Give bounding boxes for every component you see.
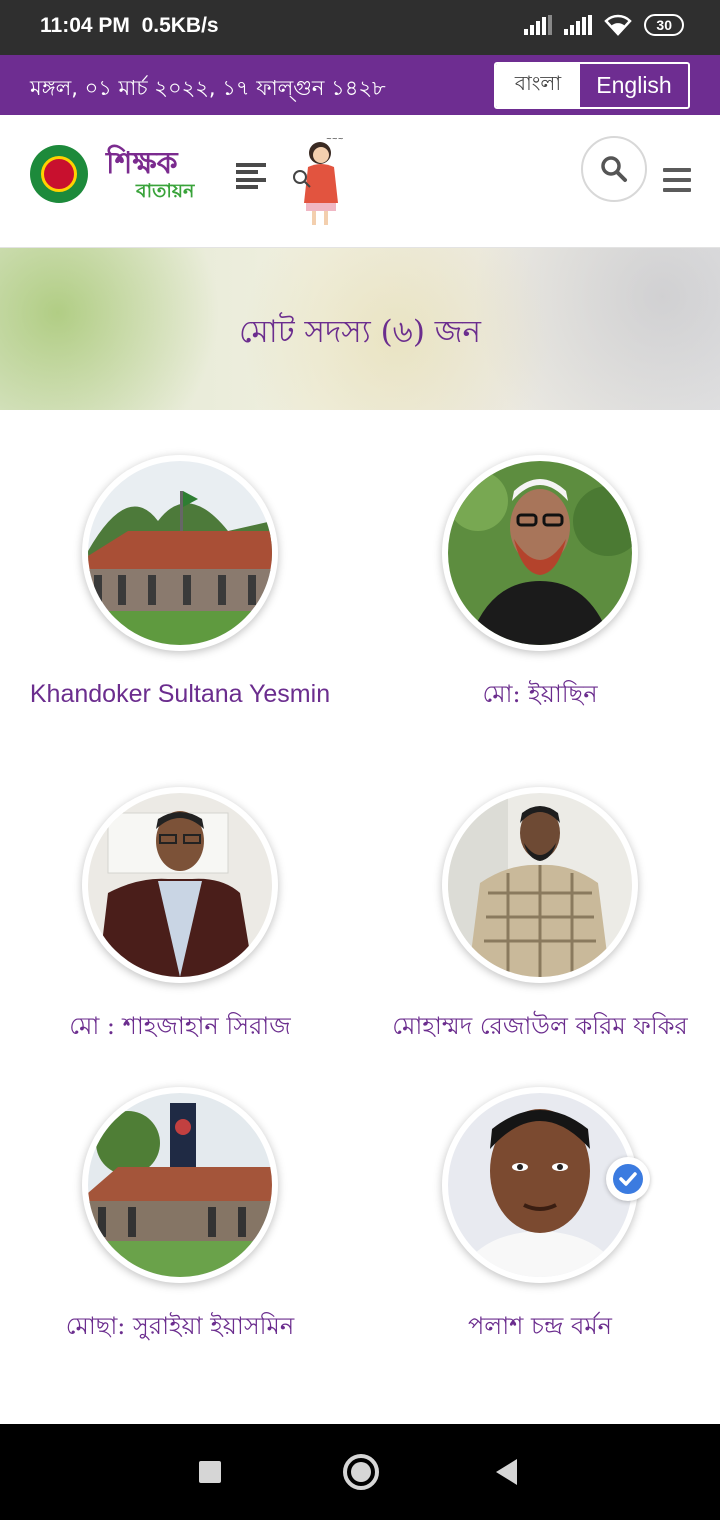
lang-english-button[interactable]: English: [580, 64, 688, 107]
battery-icon: 30: [644, 14, 684, 36]
menu-icon[interactable]: [236, 163, 266, 189]
signal-icon: [564, 15, 593, 35]
govt-emblem-icon[interactable]: [30, 145, 88, 203]
verified-badge: [606, 1157, 650, 1201]
home-icon[interactable]: [343, 1454, 379, 1490]
avatar[interactable]: [442, 1087, 650, 1283]
member-card[interactable]: Khandoker Sultana Yesmin: [15, 455, 345, 710]
member-card[interactable]: মোহাম্মদ রেজাউল করিম ফকির: [375, 787, 705, 1042]
wifi-icon: [604, 14, 633, 36]
member-name[interactable]: মো : শাহজাহান সিরাজ: [15, 1011, 345, 1042]
member-card[interactable]: পলাশ চন্দ্র বর্মন: [375, 1087, 705, 1342]
avatar[interactable]: [82, 1087, 278, 1283]
member-name[interactable]: পলাশ চন্দ্র বর্মন: [375, 1311, 705, 1342]
brand-line2: বাতায়ন: [136, 180, 195, 202]
search-button[interactable]: [581, 136, 647, 202]
avatar[interactable]: [82, 455, 278, 651]
member-name[interactable]: Khandoker Sultana Yesmin: [15, 679, 345, 710]
hamburger-icon[interactable]: [663, 168, 691, 192]
status-bar: 11:04 PM 0.5KB/s 30: [0, 0, 720, 55]
site-header: শিক্ষক বাতায়ন ~~~: [0, 115, 720, 248]
system-nav-bar: [0, 1424, 720, 1520]
avatar[interactable]: [442, 787, 638, 983]
member-card[interactable]: মোছা: সুরাইয়া ইয়াসমিন: [15, 1087, 345, 1342]
current-date: মঙ্গল, ০১ মার্চ ২০২২, ১৭ ফাল্গুন ১৪২৮: [30, 76, 386, 100]
recents-icon[interactable]: [199, 1461, 221, 1483]
search-icon: [601, 156, 627, 182]
members-banner: মোট সদস্য (৬) জন: [0, 248, 720, 410]
status-time: 11:04 PM 0.5KB/s: [40, 14, 219, 37]
member-name[interactable]: মোছা: সুরাইয়া ইয়াসমিন: [15, 1311, 345, 1342]
mascot-icon[interactable]: ~~~: [290, 133, 352, 229]
svg-text:~~~: ~~~: [326, 135, 344, 143]
network-speed: 0.5KB/s: [141, 14, 219, 37]
member-name[interactable]: মো: ইয়াছিন: [375, 679, 705, 710]
signal-icon: [524, 15, 553, 35]
checkmark-icon: [613, 1164, 643, 1194]
back-icon[interactable]: [496, 1459, 517, 1485]
page-title: মোট সদস্য (৬) জন: [238, 314, 482, 350]
member-name[interactable]: মোহাম্মদ রেজাউল করিম ফকির: [375, 1011, 705, 1042]
member-card[interactable]: মো: ইয়াছিন: [375, 455, 705, 710]
brand-logo[interactable]: শিক্ষক বাতায়ন: [106, 139, 206, 209]
language-switcher: বাংলা English: [494, 62, 690, 109]
member-card[interactable]: মো : শাহজাহান সিরাজ: [15, 787, 345, 1042]
lang-bangla-button[interactable]: বাংলা: [496, 64, 580, 107]
avatar[interactable]: [442, 455, 638, 651]
avatar[interactable]: [82, 787, 278, 983]
